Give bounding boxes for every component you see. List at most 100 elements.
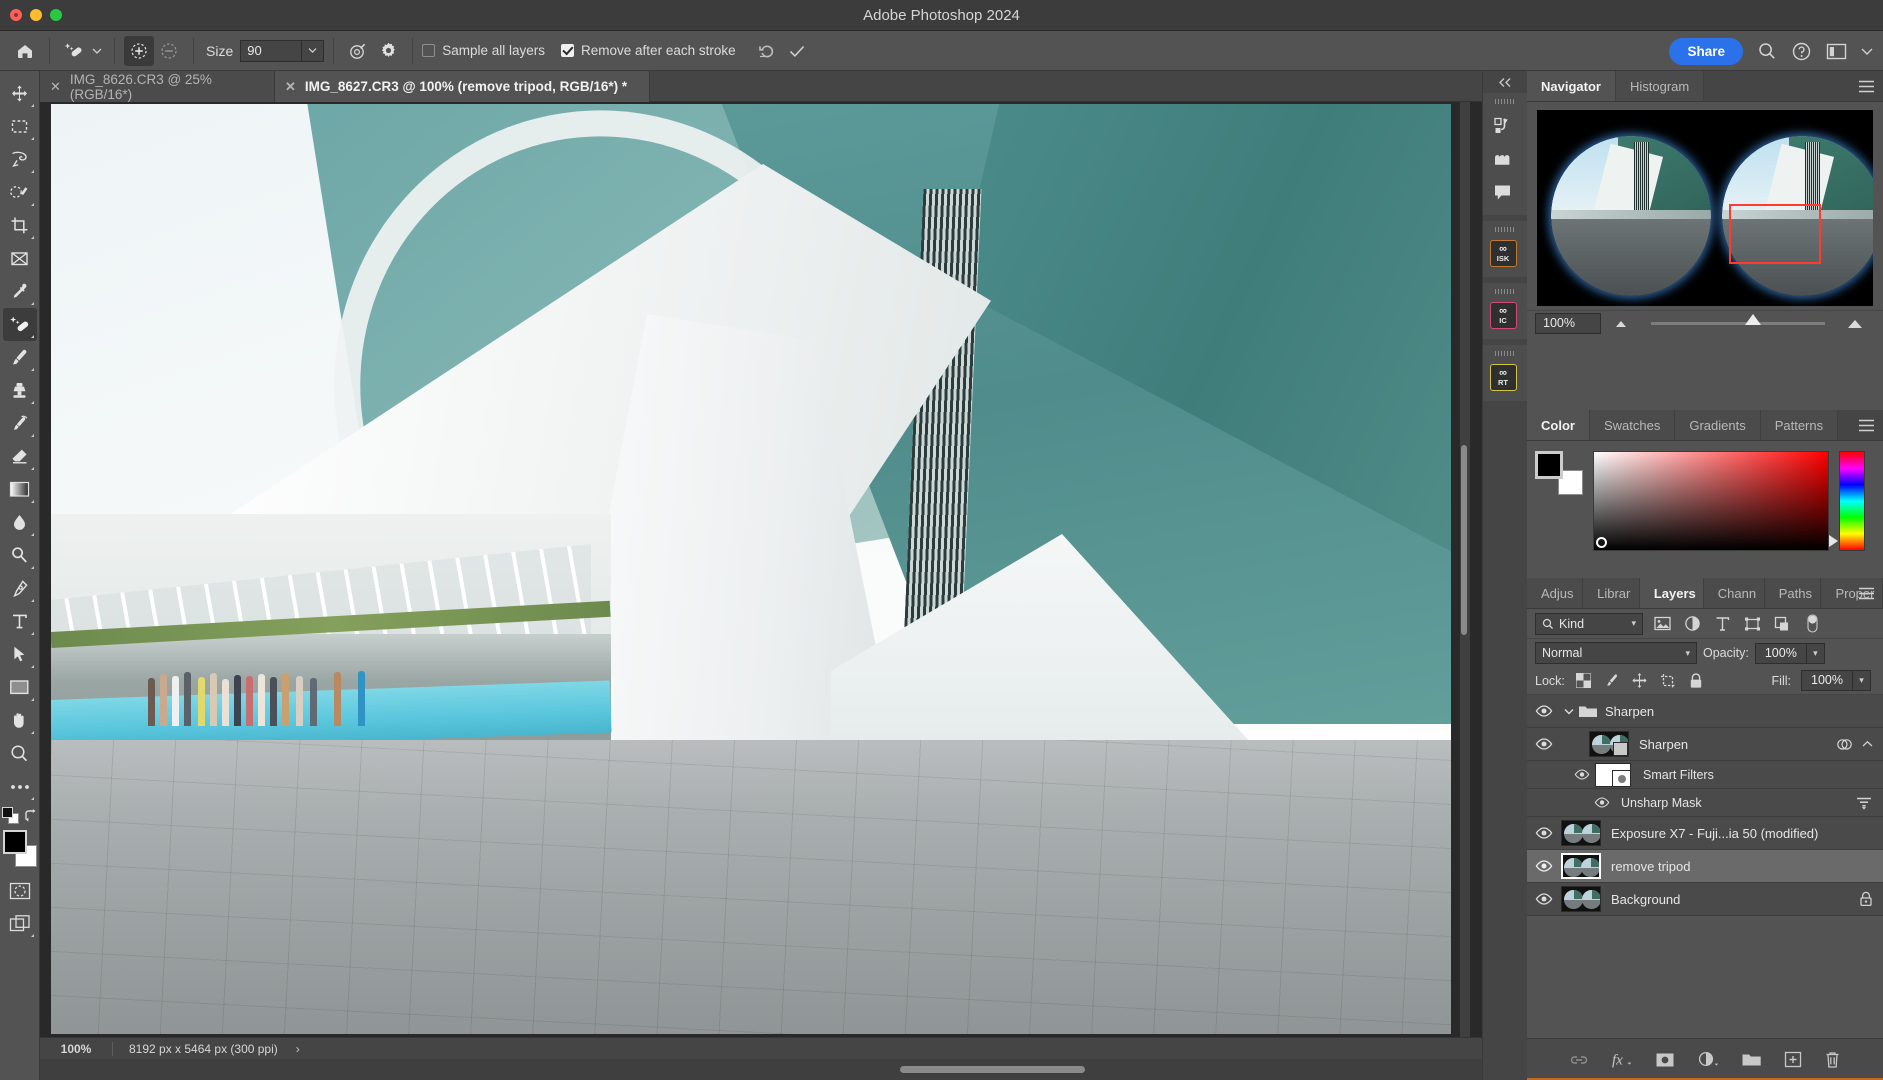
tab-gradients[interactable]: Gradients <box>1675 410 1761 440</box>
search-icon[interactable] <box>1757 41 1777 61</box>
subtract-mode-icon[interactable] <box>154 36 184 66</box>
document-image[interactable] <box>51 104 1451 1034</box>
color-panel-swatches[interactable] <box>1535 451 1583 495</box>
lock-all-icon[interactable] <box>1687 672 1705 690</box>
tool-clone-stamp[interactable] <box>3 374 37 407</box>
brush-settings-icon[interactable] <box>343 36 373 66</box>
horizontal-scrollbar[interactable] <box>40 1059 1497 1080</box>
smart-filters-mask-thumbnail[interactable] <box>1595 762 1631 787</box>
new-adjustment-layer-icon[interactable] <box>1697 1051 1719 1068</box>
sample-all-layers-checkbox[interactable]: Sample all layers <box>422 43 545 58</box>
lock-image-pixels-icon[interactable] <box>1603 672 1621 690</box>
panel-menu-icon[interactable] <box>1858 578 1875 609</box>
tool-dodge[interactable] <box>3 539 37 572</box>
tool-eyedropper[interactable] <box>3 275 37 308</box>
navigator-zoom-slider[interactable] <box>1651 314 1825 325</box>
tab-patterns[interactable]: Patterns <box>1760 410 1839 440</box>
opacity-input[interactable]: 100% <box>1754 642 1807 664</box>
chevron-up-icon[interactable] <box>1862 740 1873 748</box>
default-foreground-background-icon[interactable] <box>1 807 19 824</box>
close-x-icon[interactable]: ✕ <box>285 79 296 95</box>
new-layer-icon[interactable] <box>1784 1051 1802 1068</box>
fill-input[interactable]: 100% <box>1801 670 1853 691</box>
canvas-area[interactable] <box>40 102 1497 1037</box>
chevron-down-icon[interactable]: ▾ <box>1685 648 1690 659</box>
tab-paths[interactable]: Paths <box>1764 578 1822 608</box>
workspace-panel-icon[interactable] <box>1826 42 1847 61</box>
home-icon[interactable] <box>10 36 40 66</box>
status-zoom-level[interactable]: 100% <box>40 1042 112 1056</box>
share-button[interactable]: Share <box>1669 37 1743 65</box>
navigator-view-box[interactable] <box>1729 204 1821 264</box>
plugin-rt-icon[interactable]: ∞ RT <box>1483 361 1523 394</box>
quick-mask-icon[interactable] <box>3 874 37 907</box>
drag-handle[interactable] <box>1495 351 1515 356</box>
layer-row-remove-tripod[interactable]: remove tripod <box>1527 850 1883 883</box>
drag-handle[interactable] <box>1495 227 1515 232</box>
reset-undo-icon[interactable] <box>752 36 782 66</box>
color-ramp-field[interactable] <box>1593 451 1829 551</box>
panel-menu-icon[interactable] <box>1858 410 1875 441</box>
tool-type[interactable] <box>3 605 37 638</box>
layer-name[interactable]: Sharpen <box>1639 737 1836 752</box>
lock-artboard-nesting-icon[interactable] <box>1659 672 1677 690</box>
fill-chevron-down-icon[interactable]: ▾ <box>1853 670 1871 691</box>
tool-frame[interactable] <box>3 242 37 275</box>
hue-strip[interactable] <box>1829 451 1865 551</box>
gear-icon[interactable] <box>373 36 403 66</box>
comments-panel-icon[interactable] <box>1483 175 1523 208</box>
layer-name[interactable]: remove tripod <box>1611 859 1883 874</box>
actions-panel-icon[interactable] <box>1483 109 1523 142</box>
remove-after-each-stroke-checkbox[interactable]: Remove after each stroke <box>561 43 736 58</box>
group-chevron-down-icon[interactable] <box>1561 708 1577 715</box>
filter-options-icon[interactable] <box>1855 796 1873 810</box>
tool-hand[interactable] <box>3 704 37 737</box>
tool-gradient[interactable] <box>3 473 37 506</box>
tab-color[interactable]: Color <box>1527 410 1590 440</box>
layer-row-exposure-x7[interactable]: Exposure X7 - Fuji...ia 50 (modified) <box>1527 817 1883 850</box>
filter-pixel-icon[interactable] <box>1651 613 1673 635</box>
workspace-chevron-down-icon[interactable] <box>1861 47 1873 56</box>
tab-adjustments[interactable]: Adjus <box>1527 578 1584 608</box>
blend-mode-select[interactable]: Normal ▾ <box>1535 642 1697 664</box>
size-input[interactable]: 90 <box>240 39 303 62</box>
document-tab-2[interactable]: ✕ IMG_8627.CR3 @ 100% (remove tripod, RG… <box>275 71 650 102</box>
eye-icon[interactable] <box>1589 797 1615 808</box>
tab-histogram[interactable]: Histogram <box>1615 71 1705 101</box>
add-layer-mask-icon[interactable] <box>1655 1052 1675 1068</box>
spot-healing-brush-icon[interactable] <box>59 36 89 66</box>
eye-icon[interactable] <box>1527 738 1561 750</box>
opacity-chevron-down-icon[interactable]: ▾ <box>1806 642 1825 664</box>
help-circle-icon[interactable] <box>1791 41 1812 62</box>
tool-pen[interactable] <box>3 572 37 605</box>
delete-layer-icon[interactable] <box>1824 1051 1841 1069</box>
tab-channels[interactable]: Chann <box>1703 578 1765 608</box>
layer-name[interactable]: Sharpen <box>1605 704 1883 719</box>
tab-libraries[interactable]: Librar <box>1583 578 1640 608</box>
navigator-thumbnail[interactable] <box>1537 110 1873 306</box>
size-chevron-down-icon[interactable] <box>302 39 325 62</box>
smart-filter-name[interactable]: Unsharp Mask <box>1615 796 1855 810</box>
tool-blur[interactable] <box>3 506 37 539</box>
color-picker-marker[interactable] <box>1596 537 1607 548</box>
layer-row-smart-filters[interactable]: Smart Filters <box>1527 761 1883 789</box>
horizontal-scrollbar-thumb[interactable] <box>900 1066 1085 1073</box>
tool-rectangle-shape[interactable] <box>3 671 37 704</box>
libraries-panel-icon[interactable] <box>1483 142 1523 175</box>
tool-path-selection[interactable] <box>3 638 37 671</box>
layer-thumbnail[interactable] <box>1561 853 1601 879</box>
screen-mode-icon[interactable] <box>3 907 37 940</box>
navigator-zoom-input[interactable]: 100% <box>1535 313 1601 334</box>
vertical-scrollbar-thumb[interactable] <box>1461 445 1467 635</box>
panel-menu-icon[interactable] <box>1858 71 1875 102</box>
status-chevron-right-icon[interactable]: › <box>296 1042 300 1056</box>
sample-all-layers-box[interactable] <box>422 44 436 57</box>
tab-navigator[interactable]: Navigator <box>1527 71 1616 101</box>
eye-icon[interactable] <box>1527 860 1561 872</box>
filter-type-icon[interactable] <box>1711 613 1733 635</box>
zoom-slider-handle[interactable] <box>1744 314 1761 325</box>
layer-row-background[interactable]: Background <box>1527 883 1883 916</box>
new-group-icon[interactable] <box>1741 1052 1762 1068</box>
tool-zoom[interactable] <box>3 737 37 770</box>
layer-row-group-sharpen[interactable]: Sharpen <box>1527 695 1883 728</box>
